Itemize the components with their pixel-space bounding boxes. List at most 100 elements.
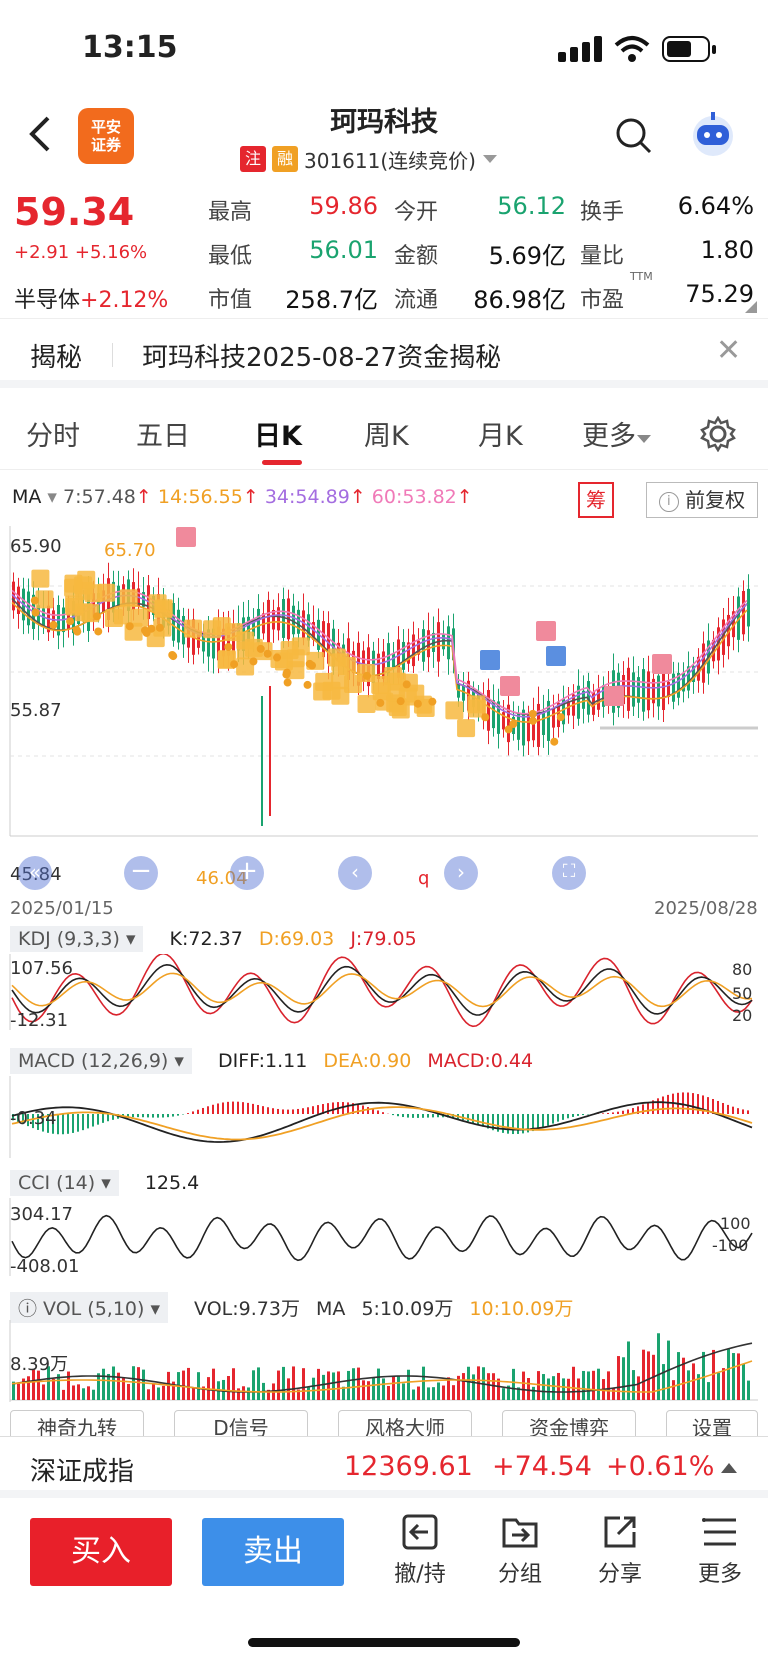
sell-button[interactable]: 卖出 (202, 1518, 344, 1586)
more-button[interactable]: 更多 (680, 1512, 760, 1588)
volume-bar (242, 1386, 245, 1400)
signal-t-marker (372, 682, 391, 701)
rewind-button[interactable]: « (18, 856, 52, 890)
cancel-hold-button[interactable]: 撤/持 (380, 1512, 460, 1588)
zoom-in-button[interactable]: + (230, 856, 264, 890)
signal-t-marker (236, 631, 255, 650)
stock-subtitle[interactable]: 注 融 301611(连续竞价) (240, 145, 498, 173)
fund-reveal-bar[interactable]: 揭秘 珂玛科技2025-08-27资金揭秘 ✕ (0, 318, 768, 388)
volume-bar (27, 1376, 30, 1400)
kdj-chart[interactable] (0, 954, 768, 1030)
cci-chart[interactable] (0, 1198, 768, 1276)
volume-bar (92, 1389, 95, 1400)
group-button[interactable]: 分组 (480, 1512, 560, 1588)
macd-histogram-bar (237, 1101, 239, 1114)
kdj-ref-20: 20 (732, 1006, 753, 1025)
status-time: 13:15 (82, 30, 178, 65)
volume-bar (282, 1366, 285, 1400)
macd-histogram-bar (617, 1111, 619, 1114)
candle-body (542, 711, 545, 735)
cci-header[interactable]: CCI (14) ▾ 125.4 (10, 1170, 199, 1196)
ma-legend[interactable]: MA ▾ 7:57.48↑ 14:56.55↑ 34:54.89↑ 60:53.… (12, 486, 473, 508)
tool-button[interactable]: D信号 (174, 1410, 308, 1436)
macd-histogram-bar (67, 1114, 69, 1134)
ma14-value: 14:56.55 (157, 486, 243, 508)
candle-body (402, 641, 405, 670)
volume-bar (302, 1368, 305, 1400)
macd-histogram-bar (187, 1113, 189, 1114)
kline-chart[interactable] (0, 526, 768, 888)
share-button[interactable]: 分享 (580, 1512, 660, 1588)
tab-daily-k[interactable]: 日K (254, 414, 302, 453)
macd-histogram-bar (317, 1105, 319, 1114)
tab-more[interactable]: 更多 (582, 414, 652, 453)
tool-button[interactable]: 资金博弈 (502, 1410, 636, 1436)
index-name: 深证成指 (30, 1457, 135, 1487)
signal-t-marker (31, 569, 50, 588)
volume-bar (152, 1384, 155, 1400)
tool-button[interactable]: 风格大师 (338, 1410, 472, 1436)
more-label: 更多 (697, 1562, 742, 1587)
expand-corner-icon[interactable] (744, 300, 758, 314)
up-arrow-icon: ↑ (242, 486, 259, 508)
index-ticker-bar[interactable]: 深证成指 12369.61 +74.54 +0.61% (0, 1436, 768, 1498)
chip-distribution-button[interactable]: 筹 (578, 482, 614, 518)
app-screen: 13:15 平安 证券 珂玛科技 注 融 301611(连续竞价) 59.34 … (0, 0, 768, 1663)
kdj-y-bottom: -12.31 (10, 1010, 69, 1031)
volume-chart[interactable] (0, 1320, 768, 1402)
cci-y-bottom: -408.01 (10, 1256, 80, 1277)
scroll-left-button[interactable]: ‹ (338, 856, 372, 890)
cellular-signal-icon (558, 36, 602, 62)
macd-selector[interactable]: MACD (12,26,9) ▾ (10, 1048, 192, 1074)
scroll-right-button[interactable]: › (444, 856, 478, 890)
candle-body (747, 588, 750, 627)
price-adjust-button[interactable]: i 前复权 (646, 482, 758, 518)
signal-dot (66, 617, 75, 626)
macd-histogram-bar (427, 1114, 429, 1118)
volume-bar (677, 1352, 680, 1400)
assistant-button[interactable] (688, 110, 738, 160)
vol-header[interactable]: ⓘ VOL (5,10) ▾ VOL:9.73万 MA 5:10.09万 10:… (10, 1292, 573, 1323)
kdj-d-value: D:69.03 (258, 928, 335, 950)
signal-dot (169, 652, 178, 661)
volume-bar (252, 1370, 255, 1400)
fullscreen-button[interactable]: ⛶ (552, 856, 586, 890)
candle-body (272, 609, 275, 630)
quote-label: 换手 (580, 200, 625, 225)
macd-histogram-bar (567, 1114, 569, 1119)
macd-histogram-bar (572, 1114, 574, 1117)
tool-settings-button[interactable]: 设置 (666, 1410, 758, 1436)
zoom-out-button[interactable]: − (124, 856, 158, 890)
volume-bar (397, 1375, 400, 1400)
volume-bar (187, 1367, 190, 1400)
kdj-selector[interactable]: KDJ (9,3,3) ▾ (10, 926, 144, 952)
sector-change[interactable]: 半导体+2.12% (14, 282, 168, 314)
up-arrow-icon: ↑ (135, 486, 152, 508)
volume-bar (587, 1371, 590, 1400)
caret-down-icon (482, 155, 497, 163)
tab-monthly-k[interactable]: 月K (478, 414, 523, 453)
settings-gear-icon[interactable] (700, 416, 736, 452)
macd-histogram-bar (147, 1114, 149, 1118)
buy-button[interactable]: 买入 (30, 1518, 172, 1586)
macd-histogram-bar (392, 1114, 394, 1116)
cci-value: 125.4 (144, 1172, 200, 1194)
signal-dot (230, 660, 239, 669)
double-chevron-left-icon: « (28, 860, 42, 884)
tab-intraday[interactable]: 分时 (26, 414, 80, 453)
macd-histogram-bar (552, 1114, 554, 1124)
tool-button[interactable]: 神奇九转 (10, 1410, 144, 1436)
tab-five-day[interactable]: 五日 (136, 414, 190, 453)
kdj-header[interactable]: KDJ (9,3,3) ▾ K:72.37 D:69.03 J:79.05 (10, 926, 417, 952)
macd-histogram-bar (247, 1102, 249, 1114)
macd-chart[interactable] (0, 1076, 768, 1158)
cci-selector[interactable]: CCI (14) ▾ (10, 1170, 119, 1196)
vol-selector[interactable]: ⓘ VOL (5,10) ▾ (10, 1292, 168, 1323)
close-icon[interactable]: ✕ (716, 333, 741, 368)
search-button[interactable] (614, 116, 654, 156)
tab-weekly-k[interactable]: 周K (364, 414, 409, 453)
signal-t-marker (331, 671, 350, 690)
macd-header[interactable]: MACD (12,26,9) ▾ DIFF:1.11 DEA:0.90 MACD… (10, 1048, 533, 1074)
volume-bar (62, 1389, 65, 1400)
macd-histogram-bar (347, 1102, 349, 1114)
